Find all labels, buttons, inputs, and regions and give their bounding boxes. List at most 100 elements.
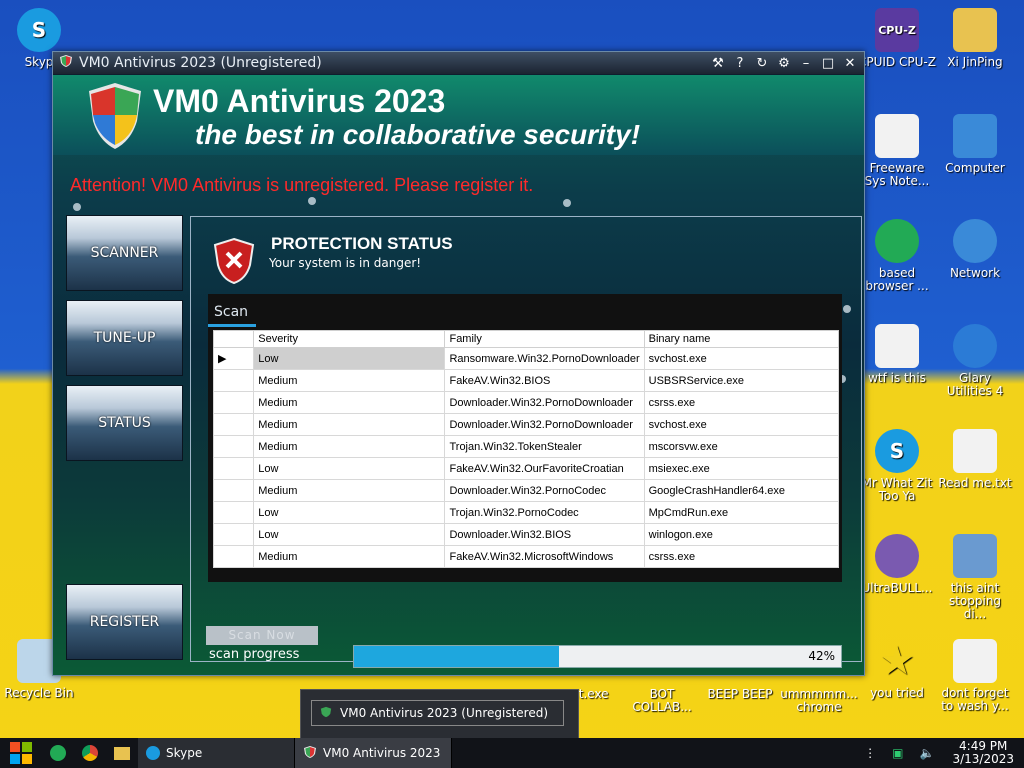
desktop-icon-computer[interactable]: Computer bbox=[936, 114, 1014, 175]
network-tray-icon[interactable]: ▣ bbox=[884, 738, 911, 768]
desktop-icon-chrome[interactable]: ummmmm... chrome bbox=[780, 688, 858, 714]
taskbar: Skype VM0 Antivirus 2023 ⋮ ▣ 🔈 4:49 PM 3… bbox=[0, 738, 1024, 768]
nav-status-button[interactable]: STATUS bbox=[66, 385, 183, 461]
registration-warning: Attention! VM0 Antivirus is unregistered… bbox=[70, 175, 534, 195]
desktop-icon-beep-beep[interactable]: BEEP BEEP bbox=[700, 688, 780, 701]
glary-icon bbox=[953, 324, 997, 368]
chrome-taskbar-icon[interactable] bbox=[74, 738, 106, 768]
desktop-icon-glary-utilities[interactable]: Glary Utilities 4 bbox=[936, 324, 1014, 398]
table-row[interactable]: ▶ Low Ransomware.Win32.PornoDownloader svch… bbox=[213, 347, 839, 370]
taskbar-task-skype[interactable]: Skype bbox=[138, 738, 295, 768]
taskbar-task-antivirus[interactable]: VM0 Antivirus 2023 bbox=[295, 738, 452, 768]
disc-icon bbox=[875, 534, 919, 578]
close-button[interactable]: ✕ bbox=[842, 55, 858, 71]
window-title: VM0 Antivirus 2023 (Unregistered) bbox=[79, 55, 322, 71]
desktop-icon-based-browser[interactable]: based browser ... bbox=[858, 219, 936, 293]
desktop-icon-freeware-sys-note[interactable]: Freeware Sys Note... bbox=[858, 114, 936, 188]
row-header-column bbox=[213, 330, 255, 348]
desktop-icon-label: ummmmm... chrome bbox=[780, 687, 858, 714]
table-row[interactable]: Medium Downloader.Win32.PornoDownloader sv… bbox=[213, 413, 839, 436]
more-icon[interactable]: ⋮ bbox=[856, 738, 884, 768]
protection-status-title: PROTECTION STATUS bbox=[271, 234, 453, 253]
table-row[interactable]: Low Trojan.Win32.PornoCodec MpCmdRun.exe bbox=[213, 501, 839, 524]
chrome-icon bbox=[82, 745, 98, 761]
preview-label: VM0 Antivirus 2023 (Unregistered) bbox=[340, 706, 549, 720]
taskbar-task-label: Skype bbox=[166, 746, 203, 760]
app-header: VM0 Antivirus 2023 the best in collabora… bbox=[53, 75, 864, 155]
table-row[interactable]: Medium Downloader.Win32.PornoCodec GoogleC… bbox=[213, 479, 839, 502]
cell-binary: GoogleCrashHandler64.exe bbox=[643, 479, 839, 502]
file-explorer-taskbar-icon[interactable] bbox=[106, 738, 138, 768]
desktop-icon-label: Network bbox=[949, 266, 1001, 280]
star-icon: ★ bbox=[879, 637, 915, 684]
browser-icon bbox=[50, 745, 66, 761]
cell-binary: USBSRService.exe bbox=[643, 369, 839, 392]
desktop-icon-this-aint-stopping[interactable]: this aint stopping di... bbox=[936, 534, 1014, 621]
scan-now-button[interactable]: Scan Now bbox=[206, 626, 318, 645]
desktop-icon-cpuz[interactable]: CPU-Z CPUID CPU-Z bbox=[858, 8, 936, 69]
nav-scanner-button[interactable]: SCANNER bbox=[66, 215, 183, 291]
table-row[interactable]: Medium Trojan.Win32.TokenStealer mscorsvw.… bbox=[213, 435, 839, 458]
cell-severity: Medium bbox=[253, 413, 446, 436]
table-row[interactable]: Medium FakeAV.Win32.BIOS USBSRService.exe bbox=[213, 369, 839, 392]
tools-icon[interactable]: ⚒ bbox=[710, 55, 726, 71]
volume-icon[interactable]: 🔈 bbox=[912, 738, 943, 768]
gear-icon[interactable]: ⚙ bbox=[776, 55, 792, 71]
shield-icon bbox=[59, 54, 73, 72]
cpuz-icon: CPU-Z bbox=[875, 8, 919, 52]
desktop-icon-you-tried[interactable]: ★ you tried bbox=[858, 639, 936, 700]
nav-tuneup-button[interactable]: TUNE-UP bbox=[66, 300, 183, 376]
cell-family: Ransomware.Win32.PornoDownloader bbox=[444, 347, 645, 370]
cell-severity: Low bbox=[253, 457, 446, 480]
table-row[interactable]: Low Downloader.Win32.BIOS winlogon.exe bbox=[213, 523, 839, 546]
tab-scan[interactable]: Scan bbox=[214, 304, 248, 320]
nav-register-button[interactable]: REGISTER bbox=[66, 584, 183, 660]
row-header bbox=[213, 391, 255, 414]
folder-icon bbox=[114, 746, 130, 760]
row-header bbox=[213, 369, 255, 392]
browser-icon bbox=[875, 219, 919, 263]
results-table: Severity Family Binary name ▶ Low Ransomwa… bbox=[213, 330, 839, 568]
browser-taskbar-icon[interactable] bbox=[42, 738, 74, 768]
clock[interactable]: 4:49 PM 3/13/2023 bbox=[942, 740, 1024, 766]
desktop-icon-network[interactable]: Network bbox=[936, 219, 1014, 280]
table-row[interactable]: Low FakeAV.Win32.OurFavoriteCroatian msiex… bbox=[213, 457, 839, 480]
shield-icon bbox=[320, 706, 332, 721]
desktop-icon-label: BOT COLLAB... bbox=[632, 687, 692, 714]
column-binary-name[interactable]: Binary name bbox=[643, 330, 839, 348]
row-header bbox=[213, 501, 255, 524]
help-icon[interactable]: ? bbox=[732, 55, 748, 71]
desktop-icon-wtf-is-this[interactable]: wtf is this bbox=[858, 324, 936, 385]
desktop-icon-dont-forget[interactable]: dont forget to wash y... bbox=[936, 639, 1014, 713]
preview-window-item[interactable]: VM0 Antivirus 2023 (Unregistered) bbox=[311, 700, 564, 726]
desktop-icon-bot-collab[interactable]: BOT COLLAB... bbox=[622, 688, 702, 714]
table-row[interactable]: Medium Downloader.Win32.PornoDownloader cs… bbox=[213, 391, 839, 414]
row-header bbox=[213, 413, 255, 436]
results-grid[interactable]: Severity Family Binary name ▶ Low Ransomwa… bbox=[213, 330, 839, 568]
desktop-icon-mr-what-zit[interactable]: S Mr What Zit Too Ya bbox=[858, 429, 936, 503]
start-button[interactable] bbox=[0, 738, 42, 768]
antivirus-window: VM0 Antivirus 2023 (Unregistered) ⚒ ? ↻ … bbox=[52, 51, 865, 676]
column-severity[interactable]: Severity bbox=[253, 330, 446, 348]
refresh-icon[interactable]: ↻ bbox=[754, 55, 770, 71]
cell-family: Trojan.Win32.TokenStealer bbox=[444, 435, 645, 458]
desktop-icon-read-me[interactable]: Read me.txt bbox=[936, 429, 1014, 490]
cell-binary: mscorsvw.exe bbox=[643, 435, 839, 458]
desktop-icon-ultrabull[interactable]: UltraBULL... bbox=[858, 534, 936, 595]
window-titlebar[interactable]: VM0 Antivirus 2023 (Unregistered) ⚒ ? ↻ … bbox=[53, 52, 864, 74]
scan-results-box: Scan Severity Family Binary name ▶ Low R… bbox=[208, 294, 842, 582]
text-file-icon bbox=[953, 429, 997, 473]
table-row[interactable]: Medium FakeAV.Win32.MicrosoftWindows csrss… bbox=[213, 545, 839, 568]
minimize-button[interactable]: – bbox=[798, 55, 814, 71]
taskbar-preview[interactable]: VM0 Antivirus 2023 (Unregistered) bbox=[300, 689, 579, 739]
desktop-icon-label: Mr What Zit Too Ya bbox=[861, 476, 933, 503]
maximize-button[interactable]: □ bbox=[820, 55, 836, 71]
protection-panel: PROTECTION STATUS Your system is in dang… bbox=[190, 216, 862, 662]
desktop-icon-label: UltraBULL... bbox=[861, 581, 933, 595]
row-header bbox=[213, 479, 255, 502]
column-family[interactable]: Family bbox=[444, 330, 645, 348]
document-icon bbox=[953, 639, 997, 683]
desktop-icon-label: Recycle Bin bbox=[4, 686, 74, 700]
desktop-icon-xi-jinping[interactable]: Xi JinPing bbox=[936, 8, 1014, 69]
row-selector-icon: ▶ bbox=[213, 347, 255, 370]
